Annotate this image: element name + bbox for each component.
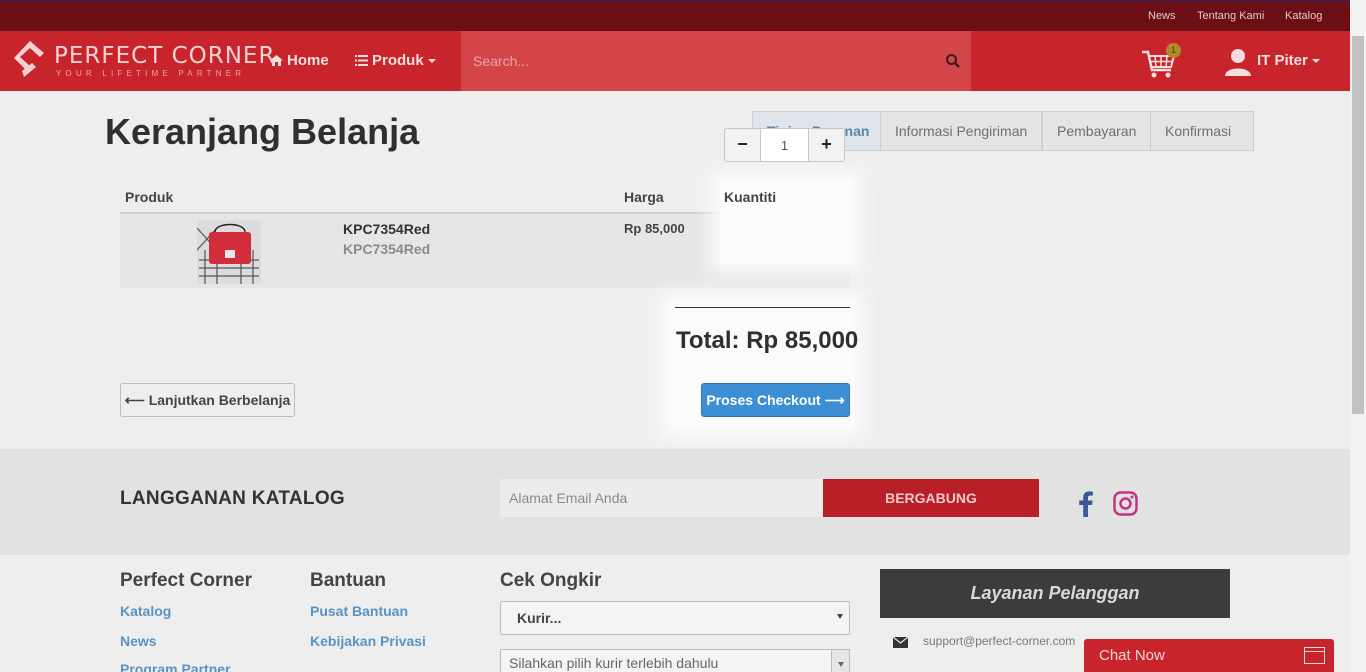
service-select[interactable]: Silahkan pilih kurir terlebih dahulu <box>500 649 850 672</box>
instagram-icon[interactable] <box>1113 491 1138 516</box>
order-total: Total: Rp 85,000 <box>676 327 859 354</box>
footer-link-pusat-bantuan[interactable]: Pusat Bantuan <box>310 603 408 619</box>
product-name[interactable]: KPC7354Red <box>343 221 430 237</box>
user-avatar-icon <box>1225 49 1251 76</box>
footer-link-news[interactable]: News <box>120 633 157 649</box>
page-title: Keranjang Belanja <box>105 111 420 152</box>
checkout-button[interactable]: Proses Checkout ⟶ <box>701 383 850 417</box>
search-icon[interactable] <box>945 53 961 69</box>
step-pembayaran: Pembayaran <box>1042 111 1152 151</box>
logo-name: PERFECT CORNER <box>54 43 276 69</box>
product-image <box>197 220 261 284</box>
quantity-stepper: − + <box>724 128 845 162</box>
newsletter-email-input[interactable] <box>500 479 823 517</box>
user-name: IT Piter <box>1257 52 1320 69</box>
topbar-link-tentang-kami[interactable]: Tentang Kami <box>1197 10 1264 22</box>
total-divider <box>675 307 850 308</box>
user-menu-dropdown[interactable]: IT Piter <box>1225 48 1320 76</box>
topbar-link-katalog[interactable]: Katalog <box>1285 10 1322 22</box>
brand-logo[interactable]: PERFECT CORNER YOUR LIFETIME PARTNER <box>14 41 274 81</box>
logo-tagline: YOUR LIFETIME PARTNER <box>56 69 246 78</box>
chevron-down-icon <box>837 614 843 619</box>
nav-home[interactable]: Home <box>270 52 329 69</box>
quantity-increase-button[interactable]: + <box>808 128 845 162</box>
arrow-right-icon: ⟶ <box>824 392 845 408</box>
main-navbar: PERFECT CORNER YOUR LIFETIME PARTNER Hom… <box>0 31 1350 91</box>
support-email[interactable]: support@perfect-corner.com <box>923 634 1075 648</box>
col-header-produk: Produk <box>125 189 174 205</box>
product-sku: KPC7354Red <box>343 241 431 257</box>
cart-count-badge: 1 <box>1166 43 1181 58</box>
chevron-down-icon <box>427 59 436 64</box>
topbar-link-news[interactable]: News <box>1148 10 1176 22</box>
chevron-down-icon <box>1311 59 1320 64</box>
nav-home-label: Home <box>287 52 329 69</box>
arrow-left-icon: ⟵ <box>124 392 145 408</box>
newsletter-title: LANGGANAN KATALOG <box>120 488 345 509</box>
step-konfirmasi: Konfirmasi <box>1150 111 1254 151</box>
col-header-kuantiti: Kuantiti <box>724 189 777 205</box>
chevron-down-icon <box>831 650 849 672</box>
product-thumbnail[interactable] <box>197 220 261 284</box>
footer-link-program-partner[interactable]: Program Partner <box>120 661 230 672</box>
footer-col-perfect-corner-title: Perfect Corner <box>120 570 252 591</box>
footer-link-kebijakan-privasi[interactable]: Kebijakan Privasi <box>310 633 426 649</box>
nav-produk-label: Produk <box>372 52 424 69</box>
top-bar: News Tentang Kami Katalog <box>0 0 1350 31</box>
chat-window-icon <box>1304 647 1325 664</box>
courier-select[interactable]: Kurir... <box>500 601 850 635</box>
chat-now-label: Chat Now <box>1099 647 1165 664</box>
footer-col-cek-ongkir-title: Cek Ongkir <box>500 570 602 591</box>
search-input[interactable] <box>461 31 931 91</box>
quantity-decrease-button[interactable]: − <box>724 128 761 162</box>
cart-content: Keranjang Belanja Tinjau Pesanan Informa… <box>0 91 1350 449</box>
quantity-input[interactable] <box>760 128 809 162</box>
col-header-harga: Harga <box>624 189 664 205</box>
step-informasi-pengiriman: Informasi Pengiriman <box>880 111 1042 151</box>
footer-col-bantuan-title: Bantuan <box>310 570 386 591</box>
page: News Tentang Kami Katalog PERFECT CORNER… <box>0 0 1350 672</box>
facebook-icon[interactable] <box>1078 491 1094 517</box>
continue-shopping-button[interactable]: ⟵ Lanjutkan Berbelanja <box>120 383 295 417</box>
list-icon <box>355 55 368 66</box>
product-price: Rp 85,000 <box>624 221 685 236</box>
newsletter-section: LANGGANAN KATALOG BERGABUNG <box>0 449 1350 555</box>
footer-link-katalog[interactable]: Katalog <box>120 603 171 619</box>
envelope-icon <box>893 637 908 648</box>
search-bar <box>461 31 971 91</box>
scrollbar-thumb[interactable] <box>1352 36 1364 414</box>
newsletter-subscribe-button[interactable]: BERGABUNG <box>823 479 1039 517</box>
customer-service-header: Layanan Pelanggan <box>880 569 1230 618</box>
nav-produk-dropdown[interactable]: Produk <box>355 52 436 69</box>
logo-mark-icon <box>14 41 44 77</box>
home-icon <box>270 55 283 66</box>
chat-widget[interactable]: Chat Now <box>1084 639 1334 672</box>
